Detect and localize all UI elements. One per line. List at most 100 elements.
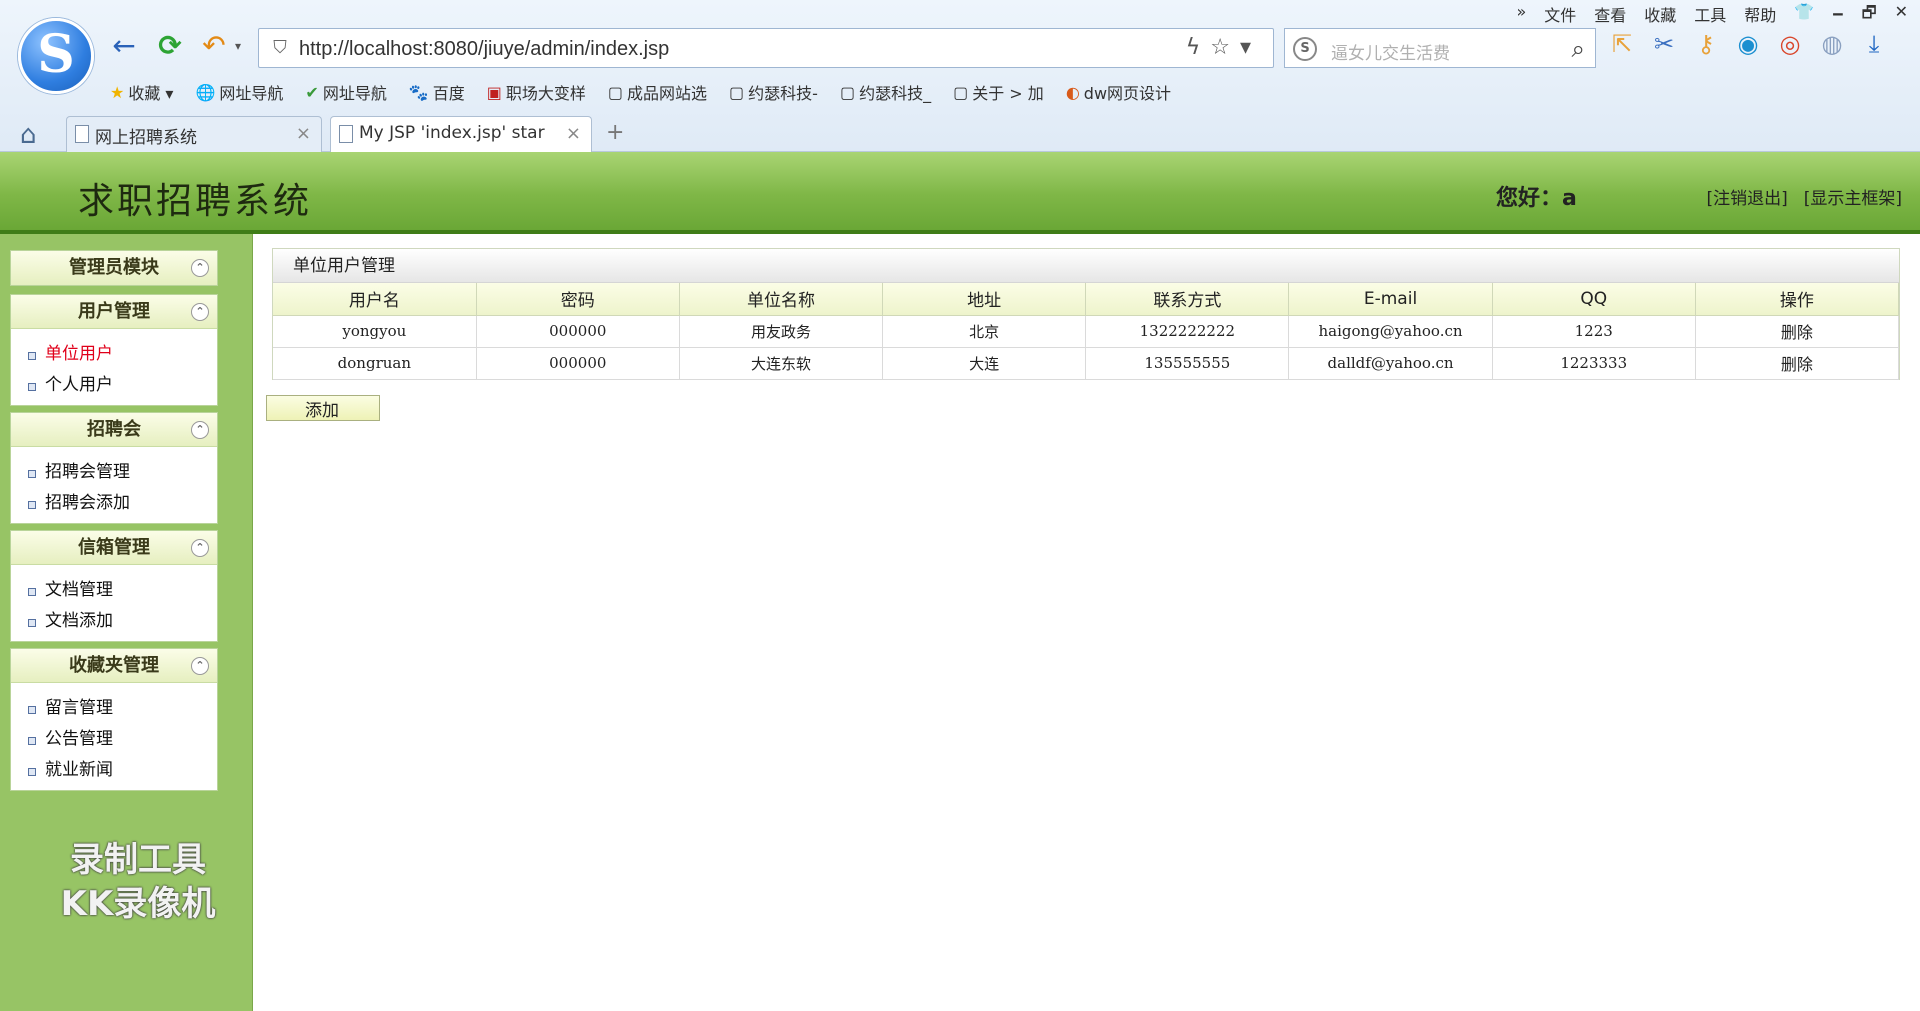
close-icon[interactable]: ×	[566, 123, 581, 144]
globe-icon: 🌐	[195, 82, 216, 102]
security-icon[interactable]: ◉	[1734, 30, 1762, 58]
sidebar-header-admin[interactable]: 管理员模块 ⌃	[11, 251, 217, 285]
bookmark-label: 收藏 ▾	[128, 84, 174, 103]
address-bar[interactable]: ⛉ http://localhost:8080/jiuye/admin/inde…	[258, 28, 1274, 68]
sidebar-item-job-fair-add[interactable]: 招聘会添加	[11, 488, 217, 519]
sidebar-header-job-fair[interactable]: 招聘会 ⌃	[11, 413, 217, 447]
column-header: E-mail	[1288, 283, 1493, 316]
bookmark-label: 网址导航	[219, 84, 284, 103]
address-bar-actions: ϟ☆▾	[1186, 35, 1261, 60]
close-icon[interactable]: ×	[296, 123, 311, 144]
bookmark-label: 百度	[432, 84, 465, 103]
sidebar-item-document-add[interactable]: 文档添加	[11, 606, 217, 637]
search-placeholder[interactable]: 逼女儿交生活费	[1331, 39, 1450, 64]
menu-tools[interactable]: 工具	[1694, 2, 1726, 29]
bookmark-label: dw网页设计	[1083, 84, 1172, 103]
recorder-watermark: 录制工具 KK录像机	[38, 838, 238, 926]
bookmark-favorites[interactable]: ★ 收藏 ▾	[110, 80, 173, 104]
column-header: 地址	[882, 283, 1087, 316]
menu-file[interactable]: 文件	[1544, 2, 1576, 29]
bookmark-about[interactable]: ▢ 关于 > 加	[953, 80, 1044, 104]
minimize-icon[interactable]: 🗕	[1832, 2, 1843, 29]
browser-logo-icon[interactable]: S	[18, 18, 94, 94]
sidebar-item-job-fair-manage[interactable]: 招聘会管理	[11, 457, 217, 488]
undo-dropdown-icon[interactable]: ▾	[230, 30, 246, 62]
show-frame-link[interactable]: [显示主框架]	[1804, 184, 1902, 209]
tab-label: 网上招聘系统	[95, 128, 197, 148]
collapse-icon[interactable]: ⌃	[191, 303, 209, 321]
undo-icon[interactable]: ↶	[198, 30, 230, 62]
bookmark-yuese-1[interactable]: ▢ 约瑟科技-	[729, 80, 818, 104]
bookmark-nav-1[interactable]: 🌐 网址导航	[195, 80, 283, 104]
new-tab-button[interactable]: +	[606, 120, 624, 145]
bookmark-yuese-2[interactable]: ▢ 约瑟科技_	[840, 80, 931, 104]
collapse-icon[interactable]: ⌃	[191, 539, 209, 557]
home-icon[interactable]: ⌂	[20, 120, 37, 150]
user-greeting: 您好：a	[1496, 186, 1577, 211]
menu-help[interactable]: 帮助	[1744, 2, 1776, 29]
refresh-icon[interactable]: ⟳	[154, 30, 186, 62]
tab-recruitment-system[interactable]: 网上招聘系统 ×	[66, 116, 322, 152]
search-engine-icon[interactable]: S	[1293, 37, 1317, 61]
sidebar-item-notice-manage[interactable]: 公告管理	[11, 724, 217, 755]
sidebar-header-mailbox[interactable]: 信箱管理 ⌃	[11, 531, 217, 565]
sidebar-item-message-manage[interactable]: 留言管理	[11, 693, 217, 724]
collapse-icon[interactable]: ⌃	[191, 421, 209, 439]
bookmark-label: 约瑟科技_	[859, 84, 932, 103]
close-window-icon[interactable]: ✕	[1895, 2, 1908, 29]
add-button[interactable]: 添加	[266, 395, 380, 421]
table-row: dongruan 000000 大连东软 大连 135555555 dalldf…	[273, 347, 1900, 380]
sidebar-section-admin: 管理员模块 ⌃	[10, 250, 218, 286]
tab-index-jsp[interactable]: My JSP 'index.jsp' star ×	[330, 116, 592, 152]
page-icon	[339, 125, 353, 143]
back-arrow-icon[interactable]: ←	[108, 30, 140, 62]
search-box[interactable]: S 逼女儿交生活费 ⌕	[1284, 28, 1596, 68]
download-icon[interactable]: ⤓	[1860, 30, 1888, 58]
bookmark-baidu[interactable]: 🐾 百度	[409, 80, 465, 104]
bookmark-label: 网址导航	[322, 84, 387, 103]
scissors-icon[interactable]: ✂	[1650, 30, 1678, 58]
delete-link[interactable]: 删除	[1695, 347, 1900, 380]
menu-view[interactable]: 查看	[1594, 2, 1626, 29]
lightning-icon[interactable]: ϟ	[1186, 35, 1211, 60]
browser-menu: » 文件 查看 收藏 工具 帮助 👕 🗕 🗗 ✕	[1516, 2, 1908, 29]
delete-link[interactable]: 删除	[1695, 315, 1900, 348]
address-dropdown-icon[interactable]: ▾	[1240, 35, 1261, 60]
collapse-icon[interactable]: ⌃	[191, 259, 209, 277]
restore-icon[interactable]: 🗗	[1862, 2, 1877, 29]
sidebar-item-personal-users[interactable]: 个人用户	[11, 370, 217, 401]
weibo-icon[interactable]: ◎	[1776, 30, 1804, 58]
globe-icon[interactable]: ◍	[1818, 30, 1846, 58]
bookmark-sites[interactable]: ▢ 成品网站选	[608, 80, 707, 104]
extension-icon[interactable]: ⇱	[1608, 30, 1636, 58]
bookmark-nav-2[interactable]: ✔ 网址导航	[305, 80, 386, 104]
menu-favorites[interactable]: 收藏	[1644, 2, 1676, 29]
sidebar-section-mailbox: 信箱管理 ⌃ 文档管理 文档添加	[10, 530, 218, 642]
collapse-icon[interactable]: ⌃	[191, 657, 209, 675]
column-header: 用户名	[273, 283, 477, 316]
search-icon[interactable]: ⌕	[1572, 35, 1585, 63]
logout-link[interactable]: [注销退出]	[1706, 184, 1787, 209]
cell-qq: 1223	[1492, 315, 1696, 348]
baidu-paw-icon: 🐾	[408, 82, 429, 102]
key-icon[interactable]: ⚷	[1692, 30, 1720, 58]
page-icon	[75, 125, 89, 143]
skin-icon[interactable]: 👕	[1794, 2, 1814, 29]
column-header: 联系方式	[1085, 283, 1290, 316]
cell-password: 000000	[476, 315, 680, 348]
sidebar-item-document-manage[interactable]: 文档管理	[11, 575, 217, 606]
sidebar-header-users[interactable]: 用户管理 ⌃	[11, 295, 217, 329]
bookmark-career[interactable]: ▣ 职场大变样	[487, 80, 586, 104]
column-header: 密码	[476, 283, 680, 316]
menu-more[interactable]: »	[1516, 2, 1526, 29]
star-icon: ★	[110, 82, 125, 102]
sidebar-item-company-users[interactable]: 单位用户	[11, 339, 217, 370]
company-users-panel: 单位用户管理 用户名 密码 单位名称 地址 联系方式 E-mail QQ 操作 …	[272, 248, 1900, 380]
star-icon[interactable]: ☆	[1210, 35, 1240, 60]
address-text[interactable]: http://localhost:8080/jiuye/admin/index.…	[299, 38, 669, 61]
bookmark-label: 关于 > 加	[972, 84, 1044, 103]
bookmark-dw[interactable]: ◐ dw网页设计	[1066, 80, 1171, 104]
sidebar-item-employment-news[interactable]: 就业新闻	[11, 755, 217, 786]
security-shield-icon: ⛉	[273, 37, 287, 58]
sidebar-header-favorites[interactable]: 收藏夹管理 ⌃	[11, 649, 217, 683]
